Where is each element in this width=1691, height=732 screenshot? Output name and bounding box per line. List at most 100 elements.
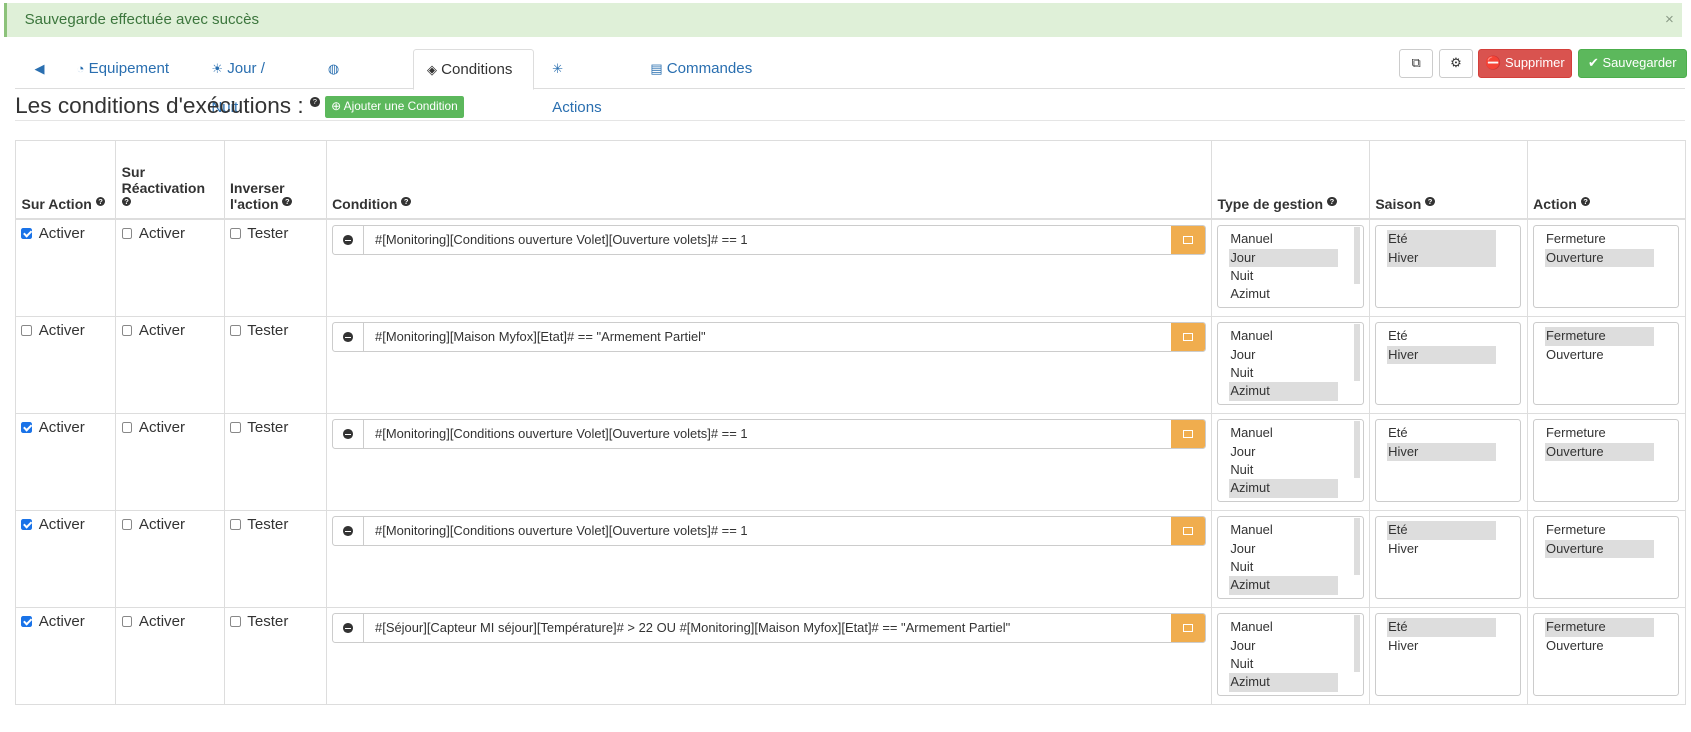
reactivation-checkbox[interactable]: Activer: [121, 322, 185, 339]
add-condition-button[interactable]: ⊕ Ajouter une Condition: [324, 95, 465, 118]
scrollbar[interactable]: [1353, 615, 1361, 673]
inverser-checkbox[interactable]: Tester: [230, 322, 288, 339]
sur-action-checkbox[interactable]: Activer: [21, 322, 85, 339]
option[interactable]: Jour: [1229, 637, 1338, 655]
option[interactable]: Azimut: [1229, 285, 1338, 303]
remove-condition-button[interactable]: [333, 420, 365, 449]
remove-condition-button[interactable]: [333, 226, 365, 255]
help-icon[interactable]: ?: [309, 97, 320, 107]
select-command-button[interactable]: [1171, 226, 1205, 255]
help-icon[interactable]: ?: [282, 196, 293, 207]
tab-back[interactable]: ◀: [22, 49, 50, 89]
checkbox[interactable]: [230, 616, 241, 628]
option[interactable]: Manuel: [1229, 327, 1338, 345]
reactivation-checkbox[interactable]: Activer: [121, 225, 185, 242]
option[interactable]: Hiver: [1387, 248, 1497, 268]
select-command-button[interactable]: [1171, 420, 1205, 449]
option[interactable]: Fermeture: [1544, 618, 1654, 637]
sur-action-checkbox[interactable]: Activer: [21, 613, 85, 630]
option[interactable]: Ouverture: [1544, 539, 1654, 559]
option[interactable]: Jour: [1229, 346, 1338, 364]
tab-actions[interactable]: ✳ Actions: [539, 49, 625, 117]
option[interactable]: Nuit: [1229, 461, 1338, 479]
tab-conditions[interactable]: ◈ Conditions: [413, 48, 534, 90]
option[interactable]: Hiver: [1387, 442, 1497, 462]
option[interactable]: Jour: [1229, 248, 1339, 268]
condition-input[interactable]: #[Monitoring][Conditions ouverture Volet…: [332, 419, 1206, 450]
type-gestion-select[interactable]: Manuel Jour Nuit Azimut: [1217, 613, 1364, 697]
inverser-checkbox[interactable]: Tester: [230, 419, 288, 436]
help-icon[interactable]: ?: [1327, 196, 1337, 207]
saison-select[interactable]: Eté Hiver: [1375, 322, 1522, 406]
type-gestion-select[interactable]: Manuel Jour Nuit Azimut: [1217, 225, 1364, 309]
option[interactable]: Nuit: [1229, 267, 1338, 285]
help-icon[interactable]: ?: [1580, 196, 1591, 207]
tab-azimut[interactable]: ◍ Azimut: [315, 49, 399, 117]
tab-jour-nuit[interactable]: ☀ Jour / Nuit: [198, 49, 302, 117]
option[interactable]: Hiver: [1387, 637, 1496, 655]
checkbox[interactable]: [21, 325, 33, 337]
option[interactable]: Ouverture: [1544, 248, 1654, 268]
save-button[interactable]: ✔ Sauvegarder: [1577, 48, 1687, 78]
option[interactable]: Manuel: [1229, 521, 1338, 539]
type-gestion-select[interactable]: Manuel Jour Nuit Azimut: [1217, 419, 1364, 503]
checkbox[interactable]: [121, 422, 133, 434]
saison-select[interactable]: Eté Hiver: [1375, 225, 1522, 309]
saison-select[interactable]: Eté Hiver: [1375, 419, 1522, 503]
condition-input[interactable]: #[Séjour][Capteur MI séjour][Température…: [332, 613, 1206, 644]
option[interactable]: Fermeture: [1544, 327, 1654, 346]
option[interactable]: Manuel: [1229, 424, 1338, 442]
type-gestion-select[interactable]: Manuel Jour Nuit Azimut: [1217, 322, 1364, 406]
type-gestion-select[interactable]: Manuel Jour Nuit Azimut: [1217, 516, 1364, 600]
close-icon[interactable]: ×: [1665, 3, 1674, 36]
saison-select[interactable]: Eté Hiver: [1375, 613, 1522, 697]
sur-action-checkbox[interactable]: Activer: [21, 419, 85, 436]
checkbox[interactable]: [21, 616, 33, 628]
option[interactable]: Fermeture: [1545, 521, 1654, 539]
select-command-button[interactable]: [1171, 323, 1205, 352]
option[interactable]: Jour: [1229, 443, 1338, 461]
option[interactable]: Ouverture: [1544, 442, 1654, 462]
option[interactable]: Nuit: [1229, 364, 1338, 382]
action-select[interactable]: Fermeture Ouverture: [1533, 322, 1680, 406]
tab-commandes[interactable]: ▤ Commandes: [637, 49, 766, 89]
option[interactable]: Ouverture: [1545, 346, 1654, 364]
checkbox[interactable]: [121, 616, 133, 628]
action-select[interactable]: Fermeture Ouverture: [1533, 225, 1680, 309]
checkbox[interactable]: [230, 228, 241, 240]
option[interactable]: Eté: [1387, 230, 1497, 249]
option[interactable]: Manuel: [1229, 230, 1338, 248]
inverser-checkbox[interactable]: Tester: [230, 516, 288, 533]
duplicate-button[interactable]: ⧉: [1398, 48, 1434, 78]
checkbox[interactable]: [121, 519, 133, 531]
reactivation-checkbox[interactable]: Activer: [121, 516, 185, 533]
condition-input[interactable]: #[Monitoring][Conditions ouverture Volet…: [332, 516, 1206, 547]
checkbox[interactable]: [21, 228, 33, 240]
option[interactable]: Fermeture: [1545, 230, 1654, 248]
delete-button[interactable]: ⛔ Supprimer: [1477, 48, 1573, 78]
condition-input[interactable]: #[Monitoring][Maison Myfox][Etat]# == "A…: [332, 322, 1206, 353]
inverser-checkbox[interactable]: Tester: [230, 613, 288, 630]
sur-action-checkbox[interactable]: Activer: [21, 516, 85, 533]
advanced-config-button[interactable]: ⚙: [1438, 48, 1474, 78]
remove-condition-button[interactable]: [333, 323, 365, 352]
scrollbar[interactable]: [1353, 518, 1361, 576]
option[interactable]: Eté: [1387, 521, 1497, 540]
option[interactable]: Hiver: [1387, 345, 1497, 365]
option[interactable]: Eté: [1387, 424, 1496, 442]
checkbox[interactable]: [230, 325, 241, 337]
option[interactable]: Hiver: [1387, 540, 1496, 558]
tab-equipement[interactable]: ◔ Equipement: [64, 49, 183, 89]
option[interactable]: Azimut: [1229, 382, 1339, 401]
select-command-button[interactable]: [1171, 517, 1205, 546]
checkbox[interactable]: [230, 422, 241, 434]
inverser-checkbox[interactable]: Tester: [230, 225, 288, 242]
checkbox[interactable]: [121, 228, 133, 240]
action-select[interactable]: Fermeture Ouverture: [1533, 613, 1680, 697]
option[interactable]: Azimut: [1229, 576, 1339, 595]
select-command-button[interactable]: [1171, 614, 1205, 643]
checkbox[interactable]: [21, 422, 33, 434]
help-icon[interactable]: ?: [95, 196, 106, 207]
help-icon[interactable]: ?: [121, 196, 132, 207]
remove-condition-button[interactable]: [333, 517, 365, 546]
